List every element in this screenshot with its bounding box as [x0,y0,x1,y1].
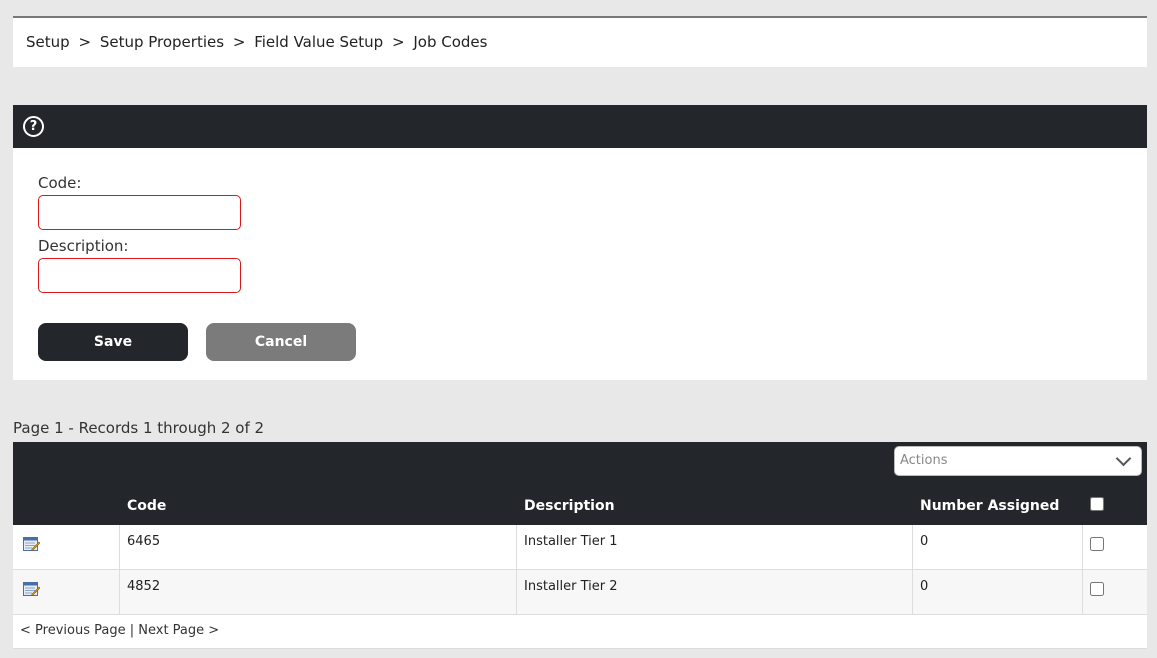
code-label: Code: [38,174,82,192]
row-checkbox[interactable] [1090,537,1104,551]
save-button[interactable]: Save [38,323,188,361]
page-info: Page 1 - Records 1 through 2 of 2 [13,419,265,437]
edit-record-icon[interactable] [23,536,40,552]
column-header-code[interactable]: Code [127,498,166,514]
chevron-down-icon [1115,450,1132,467]
number-assigned-cell: 0 [913,525,1083,569]
description-label: Description: [38,237,129,255]
pager: < Previous Page | Next Page > [13,615,1147,649]
breadcrumb: Setup > Setup Properties > Field Value S… [13,18,1147,67]
pager-divider: | [129,623,135,638]
number-assigned-cell: 0 [913,570,1083,614]
grid-header: Actions Code Description Number Assigned [13,442,1147,525]
breadcrumb-separator: > [391,33,405,51]
row-icon-cell [13,525,120,569]
column-header-number-assigned[interactable]: Number Assigned [920,498,1059,514]
description-cell: Installer Tier 1 [517,525,913,569]
breadcrumb-current: Job Codes [413,33,488,51]
checkbox-cell [1083,525,1147,569]
description-input[interactable] [38,258,241,293]
code-cell: 4852 [120,570,517,614]
breadcrumb-separator: > [78,33,92,51]
next-page-link[interactable]: Next Page > [138,623,219,638]
actions-label: Actions [900,453,948,468]
table-row: 4852 Installer Tier 2 0 [13,570,1147,615]
breadcrumb-field-value-setup[interactable]: Field Value Setup [254,33,383,51]
job-code-form: Code: Description: Save Cancel [13,148,1147,380]
row-icon-cell [13,570,120,614]
breadcrumb-setup-properties[interactable]: Setup Properties [100,33,224,51]
table-row: 6465 Installer Tier 1 0 [13,525,1147,570]
help-icon[interactable]: ? [23,116,44,137]
breadcrumb-setup[interactable]: Setup [26,33,70,51]
row-checkbox[interactable] [1090,582,1104,596]
code-cell: 6465 [120,525,517,569]
column-header-description[interactable]: Description [524,498,615,514]
checkbox-cell [1083,570,1147,614]
description-cell: Installer Tier 2 [517,570,913,614]
edit-record-icon[interactable] [23,581,40,597]
previous-page-link[interactable]: < Previous Page [20,623,126,638]
select-all-checkbox[interactable] [1090,497,1104,511]
form-header: ? [13,105,1147,148]
breadcrumb-separator: > [232,33,246,51]
cancel-button[interactable]: Cancel [206,323,356,361]
actions-dropdown[interactable]: Actions [894,446,1142,476]
code-input[interactable] [38,195,241,230]
